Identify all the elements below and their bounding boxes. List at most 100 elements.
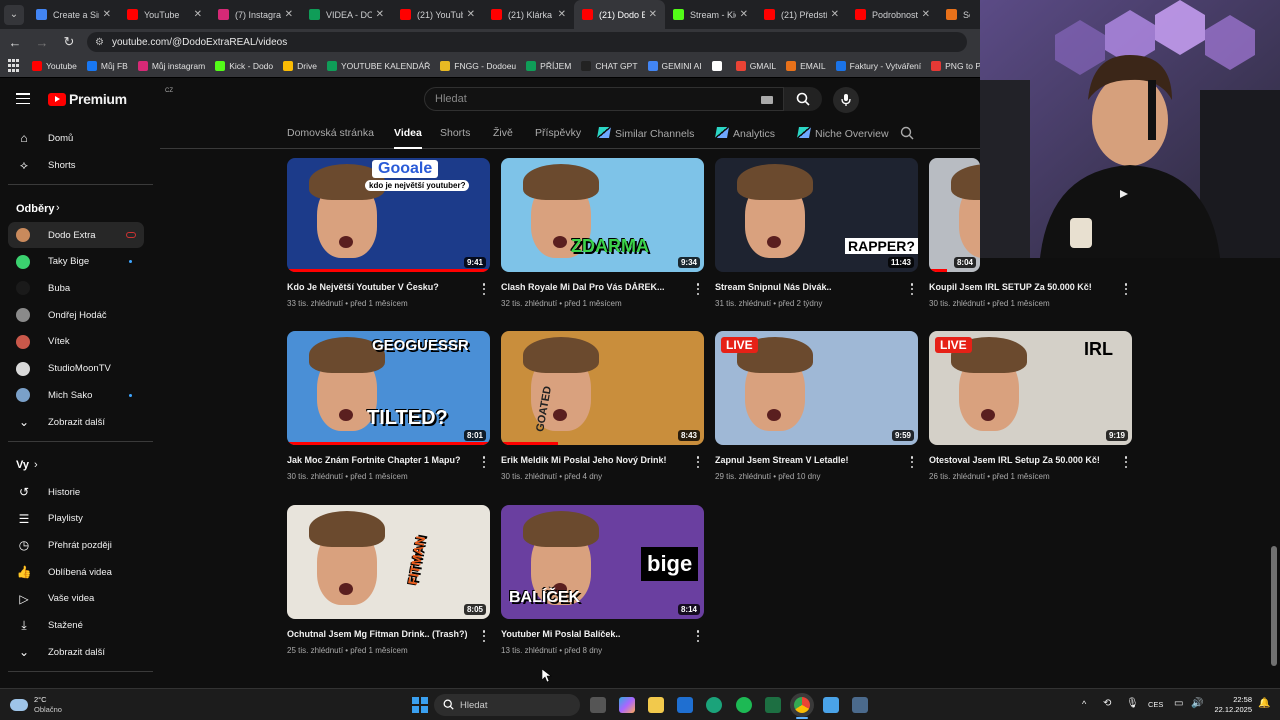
sidebar-item[interactable]: ↺ Historie [8, 479, 144, 505]
subscriptions-heading[interactable]: Odběry [16, 203, 55, 215]
video-thumbnail[interactable]: GOATED 8:43 [501, 331, 704, 445]
bookmark-item[interactable]: EMAIL [786, 61, 826, 71]
browser-tab[interactable]: VIDEA - DOD ✕ [301, 0, 392, 29]
sidebar-item[interactable]: ⌄ Zobrazit další [8, 639, 144, 665]
channel-tab[interactable]: Similar Channels [597, 127, 694, 140]
network-icon[interactable]: ▭ [1174, 698, 1183, 709]
bookmark-item[interactable]: Můj instagram [137, 61, 205, 71]
browser-tab[interactable]: (21) Dodo Ex ✕ [574, 0, 665, 29]
more-options-icon[interactable] [910, 283, 914, 295]
more-options-icon[interactable] [1124, 456, 1128, 468]
browser-tab[interactable]: Se [938, 0, 978, 29]
excel-icon[interactable] [765, 697, 781, 713]
channel-tab[interactable]: Živě [493, 127, 513, 139]
channel-tab[interactable]: Analytics [715, 127, 775, 140]
browser-tab[interactable]: Create a Sin ✕ [28, 0, 119, 29]
video-thumbnail[interactable]: BALÍČEK bige 8:14 [501, 505, 704, 619]
page-scrollbar[interactable] [1268, 258, 1280, 686]
channel-tab[interactable]: Domovská stránka [287, 127, 374, 139]
bookmark-item[interactable]: Youtube [32, 61, 77, 71]
video-title[interactable]: Stream Snipnul Nás Divák.. [715, 282, 895, 292]
back-icon[interactable]: ← [3, 30, 27, 54]
channel-tab[interactable]: Shorts [440, 127, 470, 139]
weather-widget[interactable]: 2°C Oblačno [10, 695, 62, 715]
video-title[interactable]: Otestoval Jsem IRL Setup Za 50.000 Kč! [929, 455, 1109, 465]
task-view-icon[interactable] [590, 697, 606, 713]
channel-tab[interactable]: Videa [394, 127, 422, 149]
tab-close-icon[interactable]: ✕ [285, 9, 293, 20]
more-options-icon[interactable] [696, 630, 700, 642]
language-indicator[interactable]: CES [1148, 700, 1163, 709]
photos-icon[interactable] [823, 697, 839, 713]
more-options-icon[interactable] [696, 456, 700, 468]
video-thumbnail[interactable]: LIVE 9:59 [715, 331, 918, 445]
more-options-icon[interactable] [910, 456, 914, 468]
more-options-icon[interactable] [482, 283, 486, 295]
browser-tab[interactable]: Stream - Kick ✕ [665, 0, 756, 29]
sidebar-item[interactable]: ⤓ Stažené [8, 613, 144, 639]
browser-tab[interactable]: Podrobnosti ✕ [847, 0, 938, 29]
more-options-icon[interactable] [1124, 283, 1128, 295]
bookmark-item[interactable]: YOUTUBE KALENDÁŘ [326, 61, 430, 71]
sidebar-item[interactable]: ◷ Přehrát později [8, 532, 144, 558]
video-title[interactable]: Youtuber Mi Poslal Balíček.. [501, 629, 681, 639]
reload-icon[interactable]: ↻ [57, 30, 81, 54]
microphone-tray-icon[interactable]: 🎙 [1126, 698, 1139, 709]
more-options-icon[interactable] [482, 456, 486, 468]
more-options-icon[interactable] [482, 630, 486, 642]
bookmark-item[interactable]: CHAT GPT [581, 61, 638, 71]
edge-icon[interactable] [706, 697, 722, 713]
tab-close-icon[interactable]: ✕ [376, 9, 384, 20]
search-input[interactable]: Hledat [424, 87, 784, 111]
subscription-item[interactable]: StudioMoonTV [8, 356, 144, 382]
chrome-icon[interactable] [794, 697, 810, 713]
tab-close-icon[interactable]: ✕ [922, 9, 930, 20]
calculator-icon[interactable] [852, 697, 868, 713]
keyboard-icon[interactable] [761, 96, 773, 104]
more-options-icon[interactable] [696, 283, 700, 295]
outlook-icon[interactable] [677, 697, 693, 713]
notification-icon[interactable]: 🔔 [1258, 698, 1270, 709]
menu-icon[interactable] [16, 93, 30, 104]
tab-close-icon[interactable]: ✕ [467, 9, 475, 20]
video-title[interactable]: Kdo Je Největší Youtuber V Česku? [287, 282, 467, 292]
video-title[interactable]: Erik Meldik Mi Poslal Jeho Nový Drink! [501, 455, 681, 465]
sidebar-item[interactable]: ☰ Playlisty [8, 506, 144, 532]
tab-close-icon[interactable]: ✕ [194, 9, 202, 20]
bookmark-item[interactable]: Faktury - Vytváření [835, 61, 921, 71]
video-thumbnail[interactable]: IRL LIVE 9:19 [929, 331, 1132, 445]
video-title[interactable]: Jak Moc Znám Fortnite Chapter 1 Mapu? [287, 455, 467, 465]
sync-icon[interactable]: ⟲ [1103, 698, 1111, 709]
tab-close-icon[interactable]: ✕ [103, 9, 111, 20]
tab-close-icon[interactable]: ✕ [831, 9, 839, 20]
file-explorer-icon[interactable] [648, 697, 664, 713]
search-button[interactable] [784, 87, 822, 111]
scrollbar-thumb[interactable] [1271, 546, 1277, 666]
browser-tab[interactable]: YouTube ✕ [119, 0, 210, 29]
sidebar-item[interactable]: 👍 Oblíbená videa [8, 559, 144, 585]
browser-tab[interactable]: (7) Instagram ✕ [210, 0, 301, 29]
video-thumbnail[interactable]: FITMAN 8:05 [287, 505, 490, 619]
bookmark-item[interactable] [711, 61, 726, 71]
bookmark-item[interactable]: GEMINI AI [647, 61, 702, 71]
volume-icon[interactable]: 🔊 [1191, 698, 1203, 709]
browser-tab[interactable]: (21) Předstír ✕ [756, 0, 847, 29]
video-title[interactable]: Ochutnal Jsem Mg Fitman Drink.. (Trash?) [287, 629, 467, 639]
bookmark-item[interactable]: Drive [283, 61, 317, 71]
voice-search-button[interactable] [833, 87, 859, 113]
clock[interactable]: 22:58 22.12.2025 [1206, 695, 1252, 715]
copilot-icon[interactable] [619, 697, 635, 713]
channel-tab[interactable]: Niche Overview [797, 127, 889, 140]
subscription-item[interactable]: Ondřej Hodáč [8, 302, 144, 328]
you-heading[interactable]: Vy [16, 459, 29, 471]
video-thumbnail[interactable]: Gooale kdo je největší youtuber? 9:41 [287, 158, 490, 272]
subscription-item[interactable]: Taky Bige [8, 249, 144, 275]
video-title[interactable]: Clash Royale Mi Dal Pro Vás DÁREK... [501, 282, 681, 292]
youtube-logo[interactable]: Premium CZ [48, 88, 173, 107]
channel-search-icon[interactable] [900, 126, 914, 145]
channel-tab[interactable]: Příspěvky [535, 127, 581, 139]
forward-icon[interactable]: → [30, 30, 54, 54]
sidebar-item[interactable]: ⟡ Shorts [8, 152, 144, 178]
subscription-item[interactable]: Buba [8, 275, 144, 301]
video-thumbnail[interactable]: RAPPER? 11:43 [715, 158, 918, 272]
